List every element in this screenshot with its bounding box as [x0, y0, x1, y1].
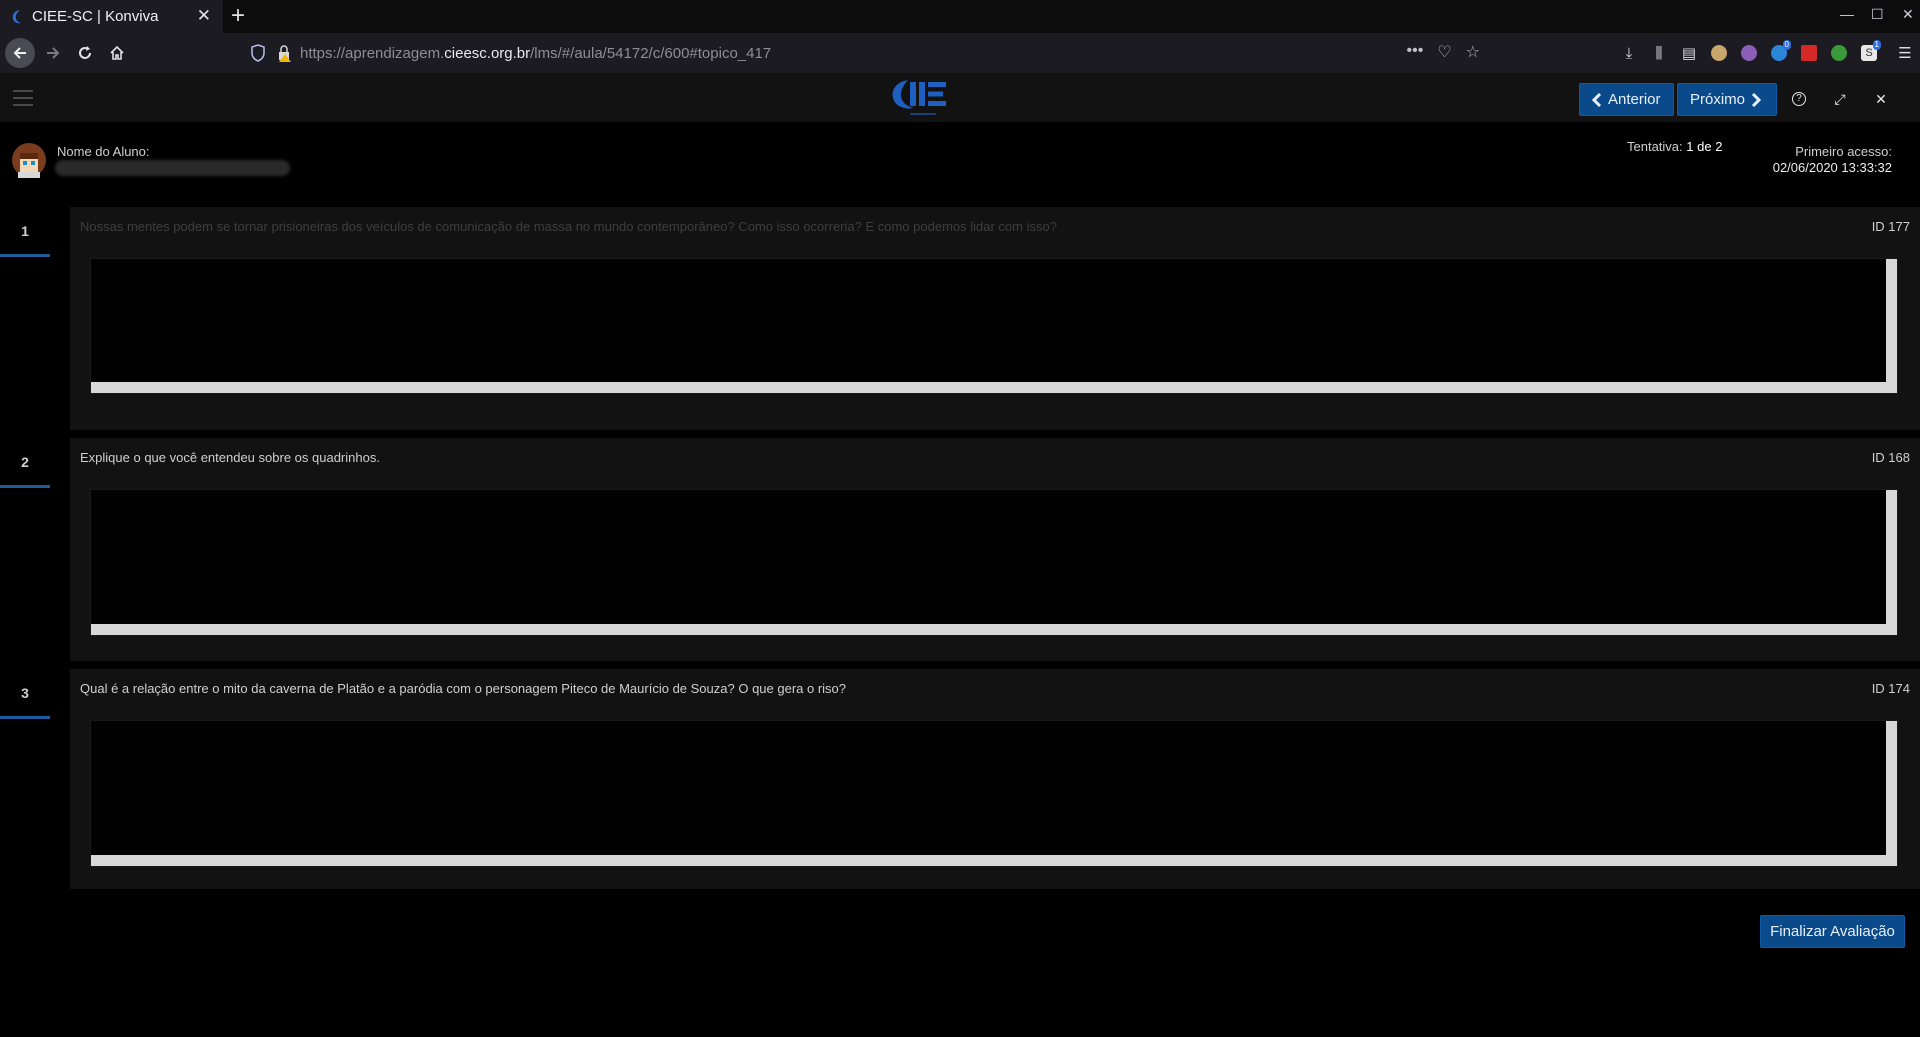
question-id-1: ID 177: [1871, 219, 1910, 234]
maximize-window-icon[interactable]: ☐: [1871, 6, 1884, 23]
url-path: /lms/#/aula/54172/c/600#topico_417: [530, 44, 772, 62]
pocket-icon[interactable]: ♡: [1437, 42, 1451, 62]
answer-textarea-3[interactable]: [90, 720, 1898, 867]
ciee-logo: [892, 80, 946, 115]
question-text-1: Nossas mentes podem se tornar prisioneir…: [80, 219, 1057, 234]
url-host: cieesc.org.br: [444, 44, 531, 62]
vertical-scrollbar[interactable]: [1886, 721, 1897, 866]
forward-button[interactable]: [38, 38, 68, 68]
first-access-label: Primeiro acesso:: [1795, 144, 1892, 159]
question-id-2: ID 168: [1871, 450, 1910, 465]
extension-pdf-icon[interactable]: [1794, 38, 1824, 68]
extension-badge: 1: [1872, 40, 1881, 50]
attempt-info: Tentativa: 1 de 2: [1627, 139, 1722, 154]
chevron-right-icon: [1751, 92, 1762, 107]
browser-tab-strip: CIEE-SC | Konviva ✕ + — ☐ ✕: [0, 0, 1920, 33]
menu-icon[interactable]: [13, 90, 33, 106]
help-icon[interactable]: ?: [1787, 87, 1811, 111]
bookmark-star-icon[interactable]: ☆: [1466, 42, 1480, 62]
first-access-date: 02/06/2020 13:33:32: [1772, 160, 1892, 175]
page-actions-icon[interactable]: •••: [1407, 42, 1424, 62]
question-text-2: Explique o que você entendeu sobre os qu…: [80, 450, 380, 465]
previous-label: Anterior: [1608, 91, 1661, 108]
attempt-value: 1 de 2: [1686, 139, 1723, 154]
library-icon[interactable]: ⫼: [1644, 38, 1674, 68]
question-id-3: ID 174: [1871, 681, 1910, 696]
answer-textarea-1[interactable]: [90, 258, 1898, 394]
app-menu-icon[interactable]: ☰: [1890, 38, 1920, 68]
tab-close-icon[interactable]: ✕: [197, 6, 211, 26]
arrow-right-icon: [47, 47, 60, 59]
next-button[interactable]: Próximo: [1677, 83, 1777, 116]
extension-green-icon[interactable]: [1824, 38, 1854, 68]
student-name-label: Nome do Aluno:: [57, 144, 150, 159]
tracking-protection-shield-icon[interactable]: [250, 44, 266, 62]
home-button[interactable]: [102, 38, 132, 68]
question-card-3: Qual é a relação entre o mito da caverna…: [70, 669, 1920, 889]
app-header: Anterior Próximo ? ⤢ ✕: [0, 73, 1920, 122]
reload-icon: [79, 46, 91, 59]
question-number-2[interactable]: 2: [0, 438, 50, 488]
horizontal-scrollbar[interactable]: [91, 855, 1897, 866]
question-text-3: Qual é a relação entre o mito da caverna…: [80, 681, 847, 696]
expand-icon[interactable]: ⤢: [1828, 87, 1852, 111]
chevron-left-icon: [1592, 92, 1602, 107]
attempt-label: Tentativa:: [1627, 139, 1683, 154]
answer-textarea-2[interactable]: [90, 489, 1898, 636]
question-number-3[interactable]: 3: [0, 669, 50, 719]
browser-tab[interactable]: CIEE-SC | Konviva ✕: [0, 0, 223, 33]
extension-globe-icon[interactable]: [1704, 38, 1734, 68]
insecure-lock-icon[interactable]: [276, 44, 292, 62]
url-bar[interactable]: https://aprendizagem.cieesc.org.br/lms/#…: [250, 38, 1480, 68]
vertical-scrollbar[interactable]: [1886, 490, 1897, 635]
url-text: https://aprendizagem.cieesc.org.br/lms/#…: [300, 45, 771, 62]
horizontal-scrollbar[interactable]: [91, 624, 1897, 635]
url-actions: ••• ♡ ☆: [1407, 42, 1481, 62]
first-access-info: Primeiro acesso: 02/06/2020 13:33:32: [1773, 144, 1892, 176]
question-card-1: Nossas mentes podem se tornar prisioneir…: [70, 207, 1920, 430]
student-name-redacted: [55, 160, 290, 176]
finalize-assessment-button[interactable]: Finalizar Avaliação: [1760, 915, 1905, 948]
browser-navigation-bar: https://aprendizagem.cieesc.org.br/lms/#…: [0, 33, 1920, 73]
student-info: Nome do Aluno: Tentativa: 1 de 2 Primeir…: [0, 122, 1920, 208]
close-window-icon[interactable]: ✕: [1902, 6, 1914, 23]
arrow-left-icon: [13, 47, 26, 59]
minimize-window-icon[interactable]: —: [1840, 6, 1854, 22]
downloads-icon[interactable]: ⤓: [1614, 38, 1644, 68]
ciee-favicon-icon: [12, 9, 21, 23]
new-tab-button[interactable]: +: [231, 2, 245, 30]
extension-badge: 0: [1782, 40, 1791, 50]
vertical-scrollbar[interactable]: [1886, 259, 1897, 393]
back-button[interactable]: [5, 38, 35, 68]
tab-title: CIEE-SC | Konviva: [32, 8, 159, 25]
extension-s-icon[interactable]: S1: [1854, 38, 1884, 68]
horizontal-scrollbar[interactable]: [91, 382, 1897, 393]
browser-toolbar: ⤓ ⫼ ▤ 0 S1 ☰: [1614, 38, 1920, 68]
reload-button[interactable]: [70, 38, 100, 68]
question-number-1[interactable]: 1: [0, 207, 50, 257]
sidebar-icon[interactable]: ▤: [1674, 38, 1704, 68]
extension-privacy-icon[interactable]: [1734, 38, 1764, 68]
question-card-2: Explique o que você entendeu sobre os qu…: [70, 438, 1920, 661]
avatar: [12, 143, 46, 178]
previous-button[interactable]: Anterior: [1579, 83, 1674, 116]
extension-ghostery-icon[interactable]: 0: [1764, 38, 1794, 68]
next-label: Próximo: [1690, 91, 1746, 108]
home-icon: [110, 45, 124, 60]
url-prefix: https://aprendizagem.: [300, 44, 445, 62]
close-icon[interactable]: ✕: [1869, 87, 1893, 111]
